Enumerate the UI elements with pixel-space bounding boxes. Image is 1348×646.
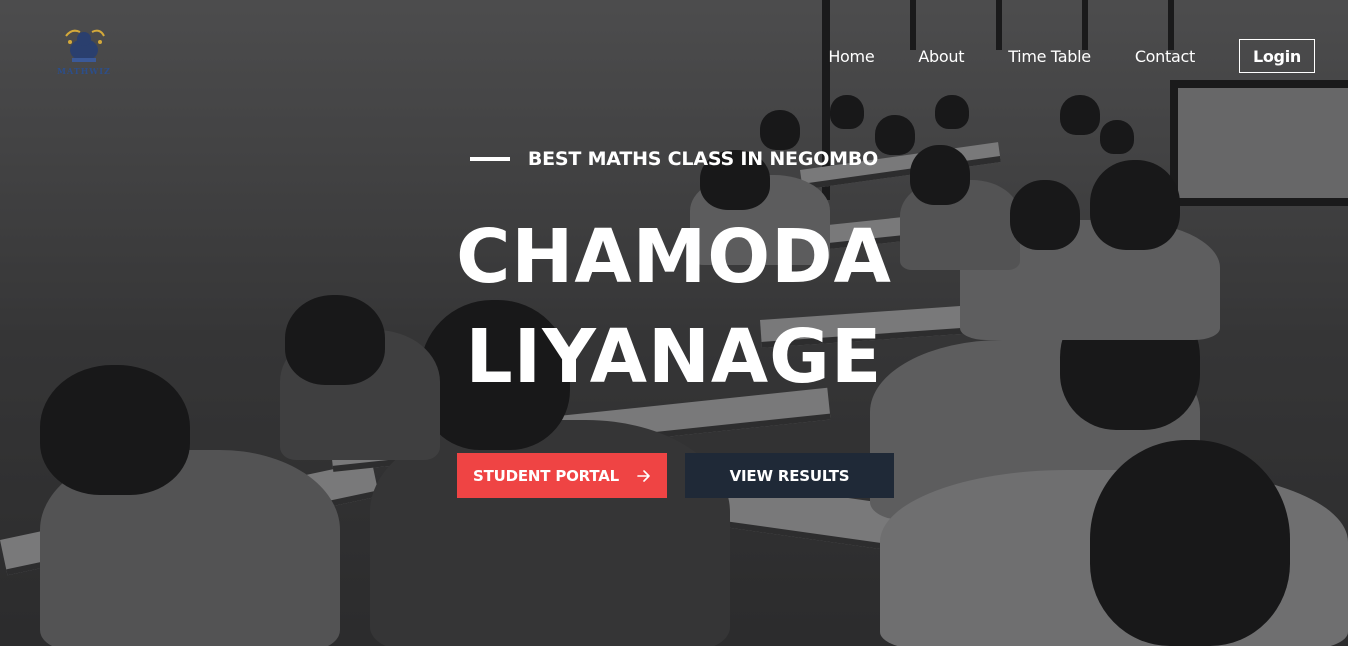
hero-title-line1: CHAMODA [456, 214, 892, 300]
logo-emblem-icon [65, 29, 105, 62]
view-results-label: VIEW RESULTS [729, 466, 850, 485]
hero-title-line2: LIYANAGE [465, 314, 883, 400]
login-button[interactable]: Login [1238, 39, 1315, 73]
student-portal-label: STUDENT PORTAL [473, 466, 619, 485]
tagline-text: BEST MATHS CLASS IN NEGOMBO [527, 148, 879, 170]
nav-home-link[interactable]: Home [828, 47, 874, 66]
tagline-divider [469, 157, 510, 161]
nav-contact-link[interactable]: Contact [1135, 47, 1195, 66]
hero-section: MATHWIZ Home About Time Table Contact Lo… [0, 0, 1348, 646]
logo-text: MATHWIZ [57, 66, 111, 76]
arrow-right-icon [637, 469, 650, 482]
nav-time-table-link[interactable]: Time Table [1008, 47, 1091, 66]
view-results-button[interactable]: VIEW RESULTS [685, 453, 894, 498]
main-navigation: Home About Time Table Contact Login [828, 38, 1315, 74]
brand-logo[interactable]: MATHWIZ [52, 24, 116, 80]
hero-tagline: BEST MATHS CLASS IN NEGOMBO [0, 148, 1348, 170]
student-portal-button[interactable]: STUDENT PORTAL [457, 453, 667, 498]
nav-about-link[interactable]: About [918, 47, 964, 66]
